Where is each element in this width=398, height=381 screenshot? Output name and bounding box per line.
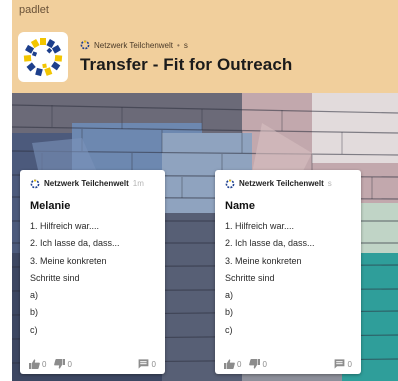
dislike-count: 0 (262, 359, 267, 369)
post-line: 2. Ich lasse da, dass... (30, 238, 120, 249)
like-count: 0 (237, 359, 242, 369)
post-line: c) (225, 324, 233, 335)
post-line: c) (30, 324, 38, 335)
board-time: s (183, 40, 188, 50)
thumbs-down-icon (249, 359, 261, 369)
post-line: 1. Hilfreich war.... (30, 221, 100, 231)
post-header: Netzwerk Teilchenwelt 1m (20, 170, 165, 190)
post-author[interactable]: Netzwerk Teilchenwelt (44, 179, 129, 188)
board-author-row: Netzwerk Teilchenwelt • s (80, 40, 188, 50)
post-line: 2. Ich lasse da, dass... (225, 238, 315, 249)
thumbs-up-icon (29, 359, 40, 369)
dislike-button[interactable]: 0 (249, 359, 267, 369)
padlet-board: padlet Netzwerk Teilchenwelt • s Transfe… (12, 0, 398, 381)
comment-icon (334, 359, 344, 369)
author-logo-icon (30, 179, 40, 189)
post-line: 3. Meine konkreten (225, 255, 302, 266)
dislike-button[interactable]: 0 (54, 359, 72, 369)
post-header: Netzwerk Teilchenwelt s (215, 170, 361, 190)
board-logo-icon (18, 32, 68, 82)
comment-count: 0 (347, 359, 352, 369)
post-line: a) (225, 290, 234, 301)
dislike-count: 0 (67, 359, 72, 369)
comment-button[interactable]: 0 (334, 359, 352, 369)
post-title: Melanie (30, 200, 71, 212)
author-logo-icon (80, 40, 90, 50)
post-body: 1. Hilfreich war.... 2. Ich lasse da, da… (20, 218, 165, 339)
thumbs-up-icon (224, 359, 235, 369)
post-line: Schritte sind (225, 272, 275, 283)
post-line: Schritte sind (30, 272, 80, 283)
board-header: padlet Netzwerk Teilchenwelt • s Transfe… (12, 0, 398, 93)
post-line: b) (225, 307, 234, 318)
post-line: 1. Hilfreich war.... (225, 221, 295, 231)
post-card[interactable]: Netzwerk Teilchenwelt s Name 1. Hilfreic… (215, 170, 361, 374)
post-time: 1m (132, 179, 144, 188)
post-line: b) (30, 307, 39, 318)
separator-dot-icon: • (177, 40, 180, 50)
post-body: 1. Hilfreich war.... 2. Ich lasse da, da… (215, 218, 361, 339)
like-count: 0 (42, 359, 47, 369)
comment-button[interactable]: 0 (138, 359, 156, 369)
author-logo-icon (225, 179, 235, 189)
post-footer: 0 0 0 (20, 354, 165, 374)
post-author[interactable]: Netzwerk Teilchenwelt (239, 179, 324, 188)
like-button[interactable]: 0 (224, 359, 241, 369)
thumbs-down-icon (54, 359, 66, 369)
padlet-brand[interactable]: padlet (19, 4, 49, 16)
post-line: a) (30, 290, 39, 301)
board-title: Transfer - Fit for Outreach (80, 55, 293, 74)
post-title: Name (225, 200, 255, 212)
post-footer: 0 0 0 (215, 354, 361, 374)
post-time: s (327, 179, 332, 188)
comment-count: 0 (151, 359, 156, 369)
post-line: 3. Meine konkreten (30, 255, 107, 266)
like-button[interactable]: 0 (29, 359, 46, 369)
board-author-name[interactable]: Netzwerk Teilchenwelt (94, 41, 173, 50)
post-card[interactable]: Netzwerk Teilchenwelt 1m Melanie 1. Hilf… (20, 170, 165, 374)
comment-icon (138, 359, 148, 369)
